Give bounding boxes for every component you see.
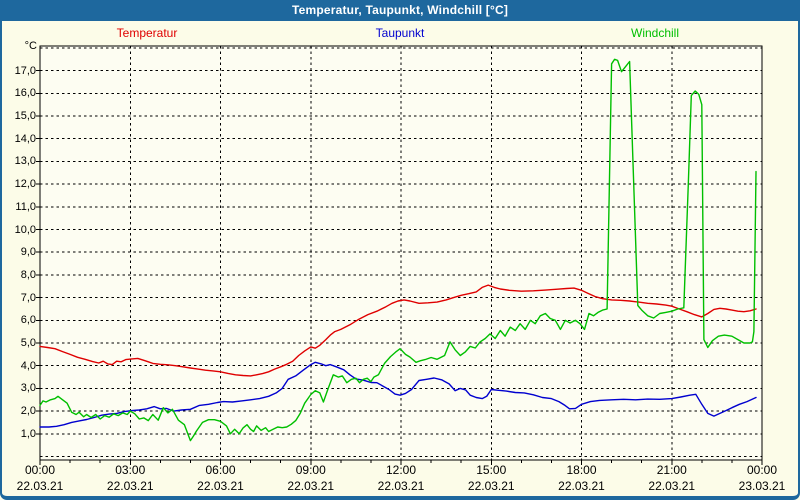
- legend-item-taupunkt: Taupunkt: [375, 26, 425, 40]
- legend-item-windchill: Windchill: [630, 26, 680, 40]
- title-bar: Temperatur, Taupunkt, Windchill [°C]: [0, 0, 800, 21]
- chart-window: Temperatur, Taupunkt, Windchill [°C] Tem…: [0, 0, 800, 500]
- chart-title: Temperatur, Taupunkt, Windchill [°C]: [291, 3, 509, 17]
- chart-canvas: [36, 45, 763, 465]
- legend-item-temperatur: Temperatur: [116, 26, 178, 40]
